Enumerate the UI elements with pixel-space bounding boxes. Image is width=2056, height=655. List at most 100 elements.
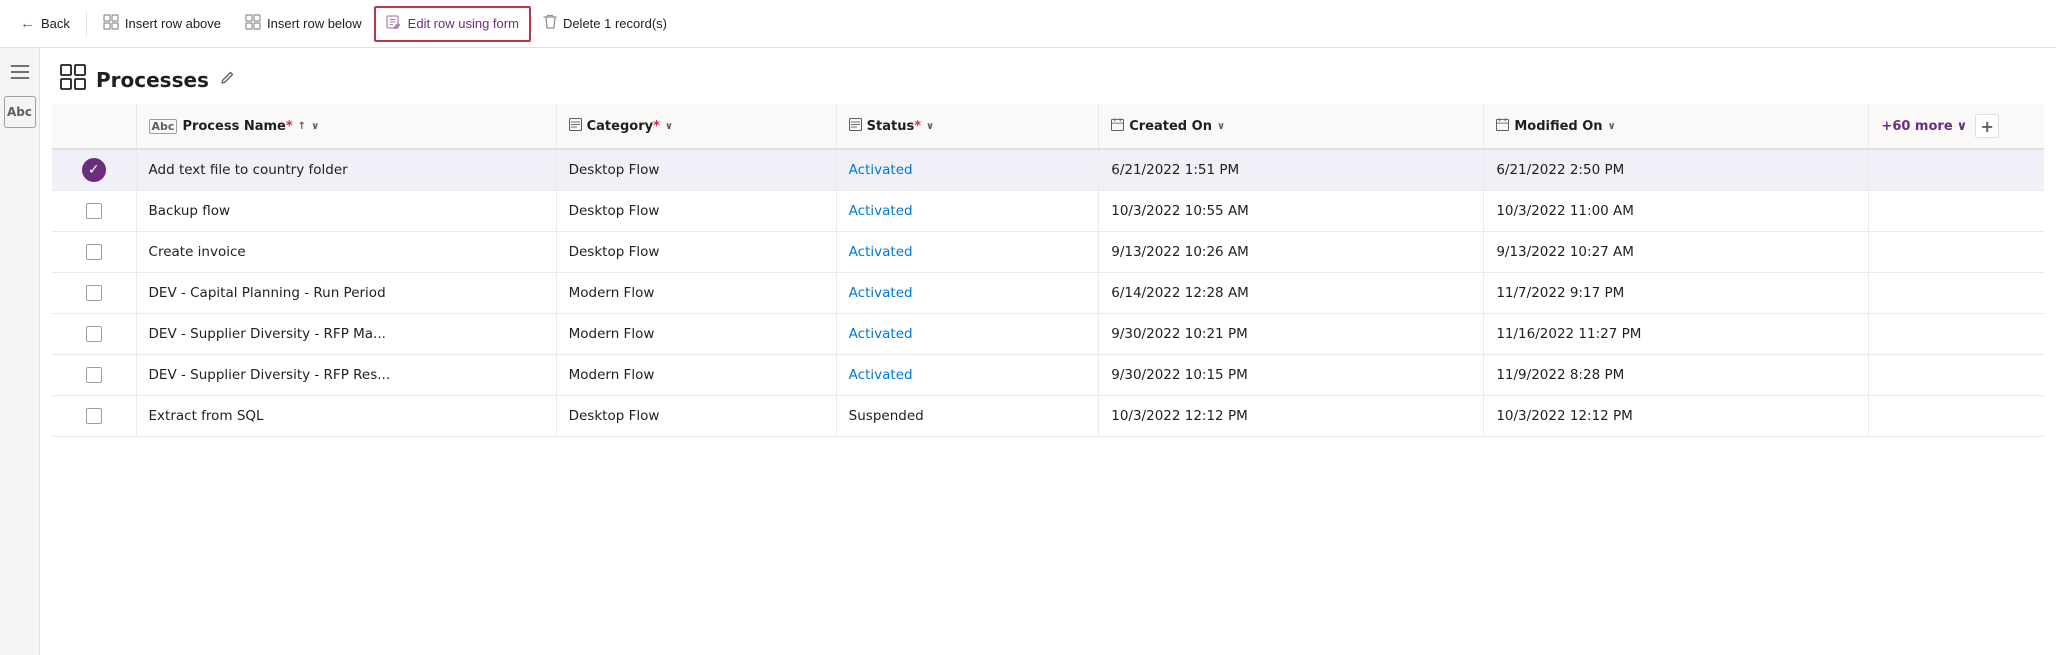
edit-form-label: Edit row using form — [408, 16, 519, 31]
modified-on-cell: 10/3/2022 11:00 AM — [1484, 191, 1869, 232]
status-col-icon — [849, 118, 862, 135]
process-name-cell: Backup flow — [136, 191, 556, 232]
row-checkbox-cell[interactable] — [52, 314, 136, 355]
table-row[interactable]: DEV - Capital Planning - Run PeriodModer… — [52, 273, 2044, 314]
row-checkbox-cell[interactable] — [52, 273, 136, 314]
row-checkbox[interactable] — [86, 203, 102, 219]
row-checkbox-cell[interactable] — [52, 191, 136, 232]
status-activated: Activated — [849, 203, 913, 219]
modified-on-cell: 11/7/2022 9:17 PM — [1484, 273, 1869, 314]
status-cell: Activated — [836, 191, 1099, 232]
row-checkbox[interactable] — [86, 408, 102, 424]
more-columns-label: +60 more — [1881, 119, 1952, 134]
delete-record-button[interactable]: Delete 1 record(s) — [531, 6, 679, 42]
category-sort-icon[interactable]: ∨ — [665, 121, 673, 132]
back-button[interactable]: ← Back — [8, 6, 82, 42]
created-on-column-header[interactable]: Created On ∨ — [1099, 104, 1484, 149]
add-column-button[interactable]: + — [1975, 114, 1999, 138]
modified-on-column-header[interactable]: Modified On ∨ — [1484, 104, 1869, 149]
abc-icon[interactable]: Abc — [4, 96, 36, 128]
status-cell: Activated — [836, 273, 1099, 314]
status-suspended: Suspended — [849, 408, 924, 424]
process-name-col-icon: Abc — [149, 119, 178, 134]
created-on-cell: 6/21/2022 1:51 PM — [1099, 149, 1484, 191]
more-columns-header[interactable]: +60 more ∨ + — [1869, 104, 2044, 149]
sort-asc-icon[interactable]: ↑ — [298, 121, 306, 132]
sort-desc-icon[interactable]: ∨ — [311, 121, 319, 132]
table-row[interactable]: DEV - Supplier Diversity - RFP Ma...Mode… — [52, 314, 2044, 355]
status-activated: Activated — [849, 285, 913, 301]
modified-on-cell: 11/9/2022 8:28 PM — [1484, 355, 1869, 396]
page-layout: Abc Processes — [0, 48, 2056, 655]
row-checkbox-cell[interactable]: ✓ — [52, 149, 136, 191]
created-on-cell: 10/3/2022 12:12 PM — [1099, 396, 1484, 437]
modified-on-sort-icon[interactable]: ∨ — [1608, 121, 1616, 132]
status-sort-icon[interactable]: ∨ — [926, 121, 934, 132]
insert-row-below-button[interactable]: Insert row below — [233, 6, 374, 42]
status-activated: Activated — [849, 367, 913, 383]
row-checkbox[interactable] — [86, 326, 102, 342]
edit-form-icon — [386, 14, 402, 34]
status-cell: Activated — [836, 232, 1099, 273]
insert-row-above-button[interactable]: Insert row above — [91, 6, 233, 42]
table-row[interactable]: Create invoiceDesktop FlowActivated9/13/… — [52, 232, 2044, 273]
row-selected-indicator: ✓ — [82, 158, 106, 182]
status-activated: Activated — [849, 162, 913, 178]
row-checkbox-cell[interactable] — [52, 232, 136, 273]
back-icon: ← — [20, 15, 35, 32]
more-data-cell — [1869, 355, 2044, 396]
separator-1 — [86, 12, 87, 36]
row-checkbox[interactable] — [86, 285, 102, 301]
status-cell: Suspended — [836, 396, 1099, 437]
insert-below-icon — [245, 14, 261, 34]
more-data-cell — [1869, 396, 2044, 437]
process-name-cell: Add text file to country folder — [136, 149, 556, 191]
page-header: Processes — [40, 48, 2056, 104]
status-cell: Activated — [836, 314, 1099, 355]
title-edit-icon[interactable] — [219, 70, 235, 90]
modified-on-col-label: Modified On — [1514, 119, 1602, 134]
category-column-header[interactable]: Category* ∨ — [556, 104, 836, 149]
process-name-column-header[interactable]: Abc Process Name* ↑ ∨ — [136, 104, 556, 149]
status-activated: Activated — [849, 244, 913, 260]
process-name-cell: Extract from SQL — [136, 396, 556, 437]
category-cell: Modern Flow — [556, 355, 836, 396]
process-name-cell: Create invoice — [136, 232, 556, 273]
checkbox-column-header — [52, 104, 136, 149]
table-row[interactable]: ✓Add text file to country folderDesktop … — [52, 149, 2044, 191]
category-cell: Desktop Flow — [556, 396, 836, 437]
row-checkbox[interactable] — [86, 244, 102, 260]
created-on-col-label: Created On — [1129, 119, 1212, 134]
status-column-header[interactable]: Status* ∨ — [836, 104, 1099, 149]
table-header-row: Abc Process Name* ↑ ∨ — [52, 104, 2044, 149]
back-label: Back — [41, 16, 70, 31]
created-on-sort-icon[interactable]: ∨ — [1217, 121, 1225, 132]
row-checkbox-cell[interactable] — [52, 396, 136, 437]
modified-on-col-icon — [1496, 118, 1509, 135]
table-row[interactable]: DEV - Supplier Diversity - RFP Res...Mod… — [52, 355, 2044, 396]
process-name-cell: DEV - Supplier Diversity - RFP Res... — [136, 355, 556, 396]
category-col-label: Category* — [587, 119, 660, 134]
created-on-col-icon — [1111, 118, 1124, 135]
delete-label: Delete 1 record(s) — [563, 16, 667, 31]
table-row[interactable]: Backup flowDesktop FlowActivated10/3/202… — [52, 191, 2044, 232]
more-data-cell — [1869, 149, 2044, 191]
created-on-cell: 9/13/2022 10:26 AM — [1099, 232, 1484, 273]
more-columns-button[interactable]: +60 more ∨ — [1881, 119, 1967, 134]
row-checkbox[interactable] — [86, 367, 102, 383]
table-row[interactable]: Extract from SQLDesktop Flow Suspended 10/… — [52, 396, 2044, 437]
menu-icon[interactable] — [4, 56, 36, 88]
edit-row-form-button[interactable]: Edit row using form — [374, 6, 531, 42]
more-data-cell — [1869, 314, 2044, 355]
more-data-cell — [1869, 191, 2044, 232]
insert-above-icon — [103, 14, 119, 34]
modified-on-cell: 9/13/2022 10:27 AM — [1484, 232, 1869, 273]
status-cell: Activated — [836, 149, 1099, 191]
main-content: Processes Abc Process Name* — [40, 48, 2056, 655]
row-checkbox-cell[interactable] — [52, 355, 136, 396]
insert-below-label: Insert row below — [267, 16, 362, 31]
more-data-cell — [1869, 232, 2044, 273]
process-name-col-label: Process Name* — [182, 119, 292, 134]
status-col-label: Status* — [867, 119, 921, 134]
more-columns-chevron: ∨ — [1957, 119, 1968, 134]
